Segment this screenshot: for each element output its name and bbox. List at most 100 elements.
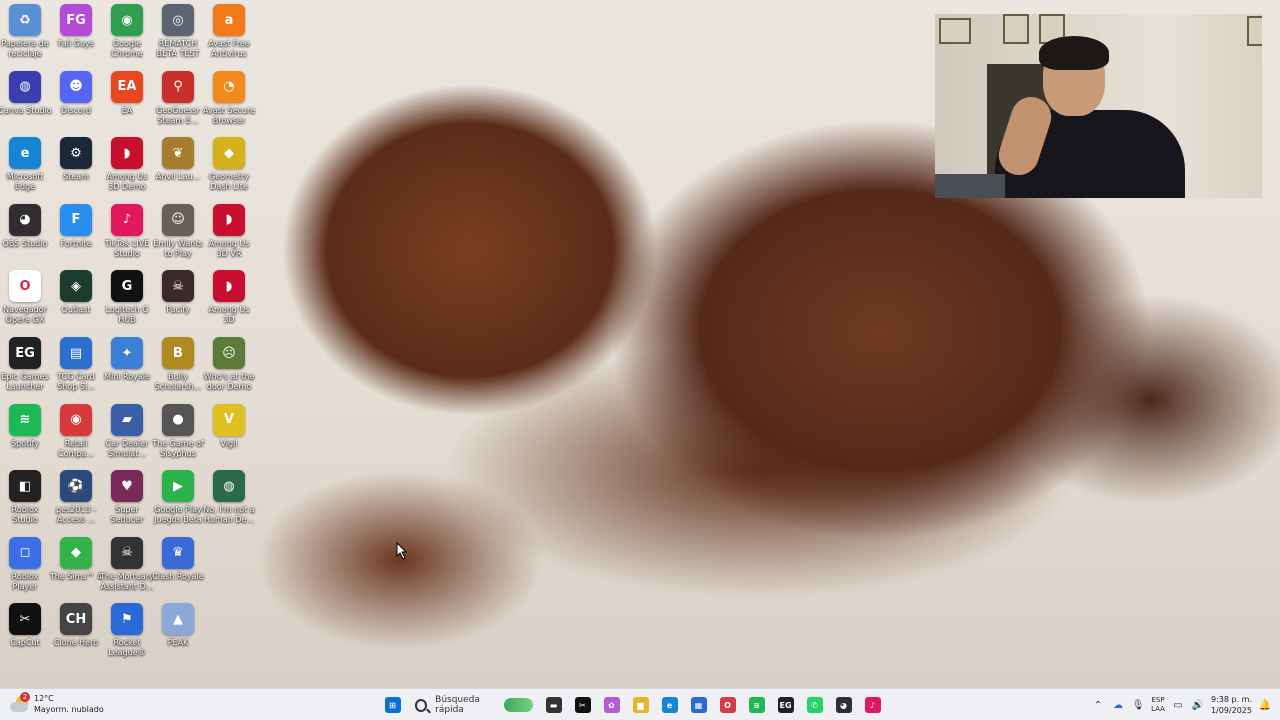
desktop-icon-label: pes2013 - Acceso ... xyxy=(56,505,96,525)
sims-icon: ◆ xyxy=(60,536,92,569)
desktop-icon[interactable]: ◕ OBS Studio xyxy=(0,203,50,268)
desktop-icon[interactable]: ● The Game of Sisyphus xyxy=(152,403,204,468)
desktop-icon-label: OBS Studio xyxy=(2,238,48,248)
desktop-icon[interactable]: ☠ The Mortuary Assistant D... xyxy=(100,536,154,601)
desktop-icon[interactable]: ☺ Emily Wants to Play xyxy=(153,203,203,268)
desktop-icon-label: Spotify xyxy=(11,438,39,448)
weather-badge: 2 xyxy=(20,692,30,702)
desktop-icon[interactable]: ◉ Retail Compa... xyxy=(51,403,101,468)
desktop-icon-label: Among Us 3D xyxy=(208,305,250,325)
whatsapp-icon[interactable]: ✆ xyxy=(802,693,827,717)
obs-taskbar-icon[interactable]: ◕ xyxy=(831,693,856,717)
desktop-icon[interactable]: F Fortnite xyxy=(51,203,101,268)
desktop-icon[interactable]: ♪ TikTok LIVE Studio xyxy=(102,203,152,268)
tiktok-live-icon: ♪ xyxy=(111,203,143,236)
desktop-icon[interactable]: ◔ Avast Secure Browser xyxy=(203,70,255,135)
desktop-icon[interactable]: ◗ Among Us 3D Demo xyxy=(102,137,152,201)
epic-taskbar-icon[interactable]: EG xyxy=(773,693,798,717)
desktop-icon[interactable]: ♛ Clash Royale xyxy=(152,536,204,601)
capcut-taskbar-icon[interactable]: ✂ xyxy=(570,693,595,717)
desktop-icon[interactable]: ◆ Geometry Dash Lite xyxy=(204,137,254,201)
desktop-icon[interactable]: O Navegador Opera GX xyxy=(0,270,50,334)
sisyphus-icon: ● xyxy=(162,403,194,436)
desktop-icon[interactable]: ⚙ Steam xyxy=(51,137,101,201)
microphone-icon[interactable]: 🎙 xyxy=(1131,698,1145,712)
spotify-taskbar-icon[interactable]: ≋ xyxy=(744,693,769,717)
desktop-icon[interactable]: ◧ Roblox Studio xyxy=(0,470,50,534)
start-button[interactable]: ⊞ xyxy=(380,693,405,717)
desktop-icon[interactable]: ▤ TCG Card Shop Si... xyxy=(51,337,101,401)
desktop-icon[interactable]: ◈ Outlast xyxy=(51,270,101,334)
obs-icon: ◕ xyxy=(9,203,41,236)
volume-icon[interactable]: 🔊 xyxy=(1191,698,1205,712)
chevron-up-icon[interactable]: ⌃ xyxy=(1091,698,1105,712)
desktop-icon[interactable]: ◗ Among Us 3D xyxy=(204,270,254,334)
desktop-icon[interactable]: ◗ Among Us 3D VR xyxy=(204,203,254,268)
desktop-icon[interactable]: ▰ Car Dealer Simulat... xyxy=(102,403,152,468)
webcam-wall-frame xyxy=(1247,16,1262,46)
desktop-icon[interactable]: ☠ Pacify xyxy=(153,270,203,334)
desktop-icon[interactable]: ▲ PEAK xyxy=(153,603,203,667)
search-placeholder: Búsqueda rápida xyxy=(435,695,480,715)
desktop-icon[interactable]: ⚑ Rocket League® xyxy=(102,603,152,667)
desktop-icon[interactable]: ♻ Papelera de reciclaje xyxy=(0,4,50,68)
desktop-icon[interactable]: e Microsoft Edge xyxy=(0,137,50,201)
desktop-icon[interactable]: ▶ Google Play Juegos Beta xyxy=(153,470,203,534)
super-seducer-icon: ♥ xyxy=(111,470,143,503)
desktop-icon-label: Among Us 3D VR xyxy=(208,238,250,258)
edge-taskbar-icon[interactable]: e xyxy=(657,693,682,717)
mouse-cursor-icon xyxy=(396,542,408,560)
opera-taskbar-icon[interactable]: O xyxy=(715,693,740,717)
desktop-icon[interactable]: ✦ Mini Royale xyxy=(102,337,152,401)
desktop-icon[interactable]: B Bully Scholarsh... xyxy=(153,337,203,401)
desktop-icon-label: Navegador Opera GX xyxy=(3,305,47,325)
desktop-icon[interactable]: CH Clone Hero xyxy=(51,603,101,667)
desktop-icon-label: Among Us 3D Demo xyxy=(106,172,148,192)
desktop-icon-label: Pacify xyxy=(166,305,190,315)
edge-icon: e xyxy=(9,137,41,170)
desktop-icon[interactable]: ◆ The Sims™ 4 xyxy=(50,536,102,601)
desktop-icon[interactable]: ◻ Roblox Player xyxy=(0,536,50,601)
network-icon[interactable]: ▭ xyxy=(1171,698,1185,712)
notification-bell-icon[interactable]: 🔔 xyxy=(1258,698,1272,712)
fortnite-icon: F xyxy=(60,203,92,236)
desktop-icon[interactable]: EG Epic Games Launcher xyxy=(0,337,50,401)
desktop-icon[interactable]: FG Fall Guys xyxy=(51,4,101,68)
language-indicator[interactable]: ESP LAA xyxy=(1151,696,1165,714)
desktop-icon[interactable]: EA EA xyxy=(102,70,152,135)
camo-studio-icon: ◍ xyxy=(9,70,41,103)
among-us-vr-icon: ◗ xyxy=(213,203,245,236)
tiktok-taskbar-icon[interactable]: ♪ xyxy=(860,693,885,717)
desktop-icon[interactable]: ⚲ GeoGuessr Steam E... xyxy=(153,70,203,135)
desktop-icon[interactable]: ◍ Canva Studio xyxy=(0,70,52,135)
weather-widget[interactable]: 2 12°C Mayorm. nublado xyxy=(10,692,104,715)
copilot-icon[interactable]: ✿ xyxy=(599,693,624,717)
desktop-icon[interactable]: ⚽ pes2013 - Acceso ... xyxy=(51,470,101,534)
desktop-icon-label: Canva Studio xyxy=(0,105,52,115)
desktop-icon[interactable]: ≋ Spotify xyxy=(0,403,50,468)
webcam-overlay xyxy=(935,14,1262,198)
store-icon[interactable]: ▦ xyxy=(686,693,711,717)
terminal-icon[interactable]: ▬ xyxy=(541,693,566,717)
file-explorer-icon[interactable]: ▆ xyxy=(628,693,653,717)
geometry-dash-icon: ◆ xyxy=(213,137,245,170)
desktop-icon[interactable]: ☹ Who's at the door Demo xyxy=(204,337,254,401)
desktop-icon[interactable]: G Logitech G HUB xyxy=(102,270,152,334)
taskbar-search-box[interactable]: Búsqueda rápida xyxy=(409,693,537,717)
desktop-icon-label: No, I'm not a Human De... xyxy=(203,505,255,525)
desktop-icon[interactable]: ◎ REMATCH BETA TEST xyxy=(153,4,203,68)
desktop-icon[interactable]: ♥ Super Seducer xyxy=(102,470,152,534)
desktop-icon[interactable]: ❦ Anvil Lau... xyxy=(153,137,203,201)
desktop-icon[interactable]: ◉ Google Chrome xyxy=(102,4,152,68)
clock[interactable]: 9:38 p. m. 1/09/2025 xyxy=(1211,694,1252,716)
desktop-icon[interactable]: ☻ Discord xyxy=(51,70,101,135)
desktop-icon-label: Super Seducer xyxy=(110,505,144,525)
desktop-icon[interactable]: V Vigil xyxy=(204,403,254,468)
desktop-icon-label: Retail Compa... xyxy=(58,438,94,458)
onedrive-icon[interactable]: ☁ xyxy=(1111,698,1125,712)
desktop-icon-label: Clash Royale xyxy=(152,571,204,581)
desktop-icon[interactable]: ✂ CapCut xyxy=(0,603,50,667)
desktop-icon-label: Avast Free Antivirus xyxy=(208,39,250,58)
desktop-icon[interactable]: a Avast Free Antivirus xyxy=(204,4,254,68)
desktop-icon[interactable]: ◍ No, I'm not a Human De... xyxy=(203,470,255,534)
